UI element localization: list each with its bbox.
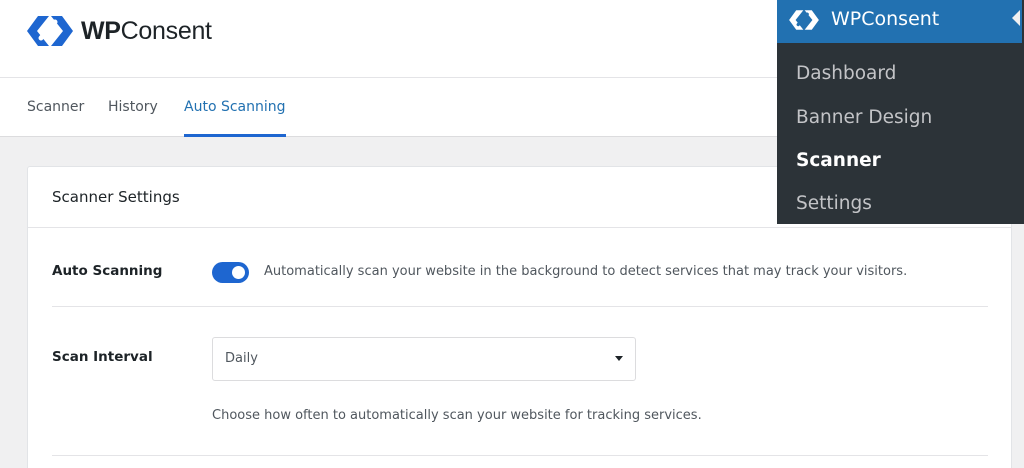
tab-history[interactable]: History [108,78,158,137]
flyout-title: WPConsent [831,8,940,30]
submenu-item-dashboard[interactable]: Dashboard [796,63,896,84]
auto-scanning-label: Auto Scanning [52,263,163,279]
scan-interval-help: Choose how often to automatically scan y… [212,408,702,423]
brand-logo[interactable]: WPConsent [27,13,212,49]
flyout-header[interactable]: WPConsent [777,0,1022,43]
auto-scanning-toggle[interactable] [212,262,249,283]
admin-submenu-flyout: WPConsent Dashboard Banner Design Scanne… [777,0,1024,224]
wpconsent-logo-icon [27,16,73,46]
tab-auto-scanning[interactable]: Auto Scanning [184,78,286,137]
submenu-item-settings[interactable]: Settings [796,193,872,214]
scan-interval-value: Daily [225,351,258,366]
flyout-pointer [1012,10,1020,26]
row-divider [52,455,988,456]
submenu-item-banner-design[interactable]: Banner Design [796,107,932,128]
scan-interval-label: Scan Interval [52,349,153,365]
tab-scanner[interactable]: Scanner [27,78,84,137]
dropdown-arrow-icon [615,356,623,361]
toggle-knob [232,266,245,279]
wpconsent-logo-icon [789,10,819,30]
row-divider [52,306,988,307]
brand-name: WPConsent [81,16,212,45]
scan-interval-select[interactable]: Daily [212,337,636,381]
auto-scanning-description: Automatically scan your website in the b… [264,264,908,279]
submenu-item-scanner[interactable]: Scanner [796,150,881,171]
